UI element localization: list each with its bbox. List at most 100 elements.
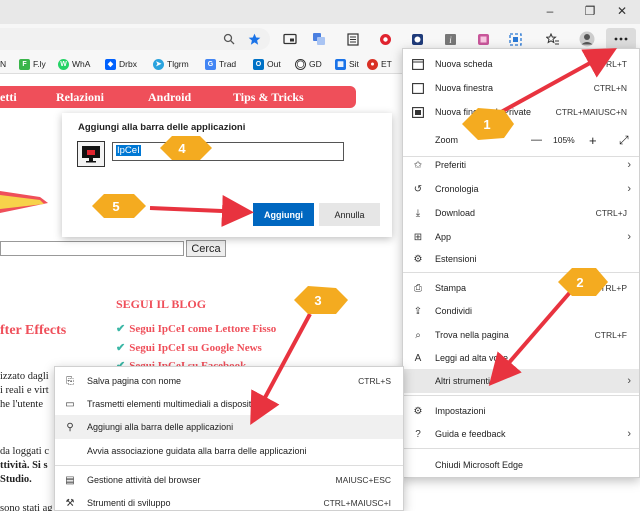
site-nav: etti Relazioni Android Tips & Tricks: [0, 86, 356, 108]
add-button[interactable]: Aggiungi: [253, 203, 314, 226]
cast-media-icon: ▭: [65, 398, 75, 410]
pin-to-taskbar-dialog: Aggiungi alla barra delle applicazioni I…: [62, 113, 392, 237]
profile-icon[interactable]: [578, 30, 596, 48]
menu-item-more-tools[interactable]: Altri strumenti ›: [403, 369, 639, 393]
menu-item-close-edge[interactable]: Chiudi Microsoft Edge: [403, 453, 639, 477]
inprivate-icon: [411, 105, 425, 119]
fullscreen-icon[interactable]: ⤢: [619, 133, 629, 148]
read-aloud-icon: A: [414, 352, 422, 364]
menu-item-pin-to-taskbar[interactable]: ⚲ Aggiungi alla barra delle applicazioni: [55, 415, 403, 439]
restore-button[interactable]: ❐: [572, 0, 608, 24]
favorite-link[interactable]: O Out: [253, 57, 281, 71]
follow-link[interactable]: ✔ Segui IpCeI su Google News: [116, 341, 262, 354]
nav-item[interactable]: etti: [0, 90, 17, 105]
translate-icon[interactable]: [310, 30, 328, 48]
save-page-icon: ⎘: [66, 375, 74, 387]
menu-item-new-window[interactable]: Nuova finestra CTRL+N: [403, 76, 639, 100]
globe-icon: ◯: [295, 58, 306, 70]
article-text: Studio.: [0, 474, 32, 485]
dialog-title: Aggiungi alla barra delle applicazioni: [78, 122, 246, 133]
help-icon: ?: [415, 428, 421, 440]
menu-item-cast-media[interactable]: ▭ Trasmetti elementi multimediali a disp…: [55, 392, 403, 416]
favorite-link[interactable]: ◆ Drbx: [105, 57, 137, 71]
menu-item-download[interactable]: ⤓ Download CTRL+J: [403, 201, 639, 225]
favorite-link[interactable]: F F.ly: [19, 57, 46, 71]
check-icon: ✔: [116, 323, 126, 335]
follow-link[interactable]: ✔ Segui IpCeI come Lettore Fisso: [116, 322, 276, 335]
telegram-icon: ➤: [153, 58, 164, 70]
collections-icon[interactable]: [544, 30, 562, 48]
extension-icon[interactable]: [474, 30, 492, 48]
extensions-icon: ⚙: [413, 253, 423, 265]
favorite-link[interactable]: G Trad: [205, 57, 236, 71]
search-input[interactable]: [0, 241, 184, 256]
favorite-link[interactable]: ➤ Tlgrm: [153, 57, 189, 71]
favorite-link[interactable]: W WhA: [58, 57, 90, 71]
dropbox-icon: ◆: [105, 58, 116, 70]
zoom-in-button[interactable]: +: [589, 133, 597, 148]
search-button[interactable]: Cerca: [186, 240, 226, 257]
more-icon[interactable]: [606, 28, 636, 50]
menu-item-zoom: Zoom — 105% + ⤢: [435, 132, 629, 148]
history-icon: ↺: [413, 183, 423, 195]
zoom-out-button[interactable]: —: [531, 134, 542, 146]
favorite-link[interactable]: ▦ Sit: [335, 57, 359, 71]
close-button[interactable]: ✕: [604, 0, 640, 24]
outlook-icon: O: [253, 58, 264, 70]
more-tools-submenu: ⎘ Salva pagina con nome CTRL+S ▭ Trasmett…: [54, 366, 404, 511]
nav-item[interactable]: Tips & Tricks: [233, 90, 304, 105]
settings-icon: ⚙: [413, 405, 423, 417]
site-icon: ▦: [335, 58, 346, 70]
menu-item-inprivate[interactable]: Nuova finestra InPrivate CTRL+MAIUSC+N: [403, 100, 639, 124]
zoom-icon[interactable]: [220, 30, 238, 48]
menu-item-settings[interactable]: ⚙ Impostazioni: [403, 399, 639, 423]
follow-heading: SEGUI IL BLOG: [116, 297, 207, 311]
favorite-star-icon[interactable]: [245, 30, 263, 48]
settings-menu: Nuova scheda CTRL+T Nuova finestra CTRL+N …: [402, 48, 640, 478]
article-text: ttività. Si s: [0, 460, 48, 471]
cast-icon[interactable]: [281, 30, 299, 48]
menu-item-dev-tools[interactable]: ⚒ Strumenti di sviluppo CTRL+MAIUSC+I: [55, 491, 403, 511]
minimize-button[interactable]: –: [532, 0, 568, 24]
favorites-icon: ✩: [413, 159, 423, 171]
favorite-link[interactable]: N: [0, 57, 6, 71]
print-icon: ⎙: [414, 282, 422, 294]
site-icon: ●: [367, 58, 378, 70]
menu-item-pin-wizard[interactable]: Avvia associazione guidata alla barra de…: [55, 439, 403, 463]
extension-icon[interactable]: i: [441, 30, 459, 48]
favorite-link[interactable]: ● ET: [367, 57, 392, 71]
menu-item-extensions[interactable]: ⚙ Estensioni: [403, 247, 639, 271]
record-icon[interactable]: [376, 30, 394, 48]
menu-item-favorites[interactable]: ✩ Preferiti ›: [403, 153, 639, 177]
article-text: da loggati c: [0, 446, 49, 457]
task-manager-icon: ▤: [65, 474, 75, 486]
article-title[interactable]: fter Effects: [0, 323, 66, 339]
nav-item[interactable]: Android: [148, 90, 191, 105]
cancel-button[interactable]: Annulla: [319, 203, 380, 226]
site-icon: [77, 141, 105, 167]
banner-ribbon: [0, 191, 48, 213]
menu-item-new-tab[interactable]: Nuova scheda CTRL+T: [403, 52, 639, 76]
dev-tools-icon: ⚒: [65, 497, 75, 509]
app-name-input[interactable]: IpCeI: [112, 142, 344, 161]
new-tab-icon: [411, 57, 425, 71]
menu-item-apps[interactable]: ⊞ App ›: [403, 225, 639, 249]
download-icon: ⤓: [415, 207, 421, 219]
nav-item[interactable]: Relazioni: [56, 90, 104, 105]
menu-item-save-page[interactable]: ⎘ Salva pagina con nome CTRL+S: [55, 369, 403, 393]
menu-item-find[interactable]: ⌕ Trova nella pagina CTRL+F: [403, 323, 639, 347]
menu-item-read-aloud[interactable]: A Leggi ad alta voce: [403, 346, 639, 370]
favorite-link[interactable]: ◯ GD: [295, 57, 322, 71]
menu-item-share[interactable]: ⇪ Condividi: [403, 299, 639, 323]
new-window-icon: [411, 81, 425, 95]
article-text: i reali e virt: [0, 385, 49, 396]
extension-icon[interactable]: [408, 30, 426, 48]
menu-item-print[interactable]: ⎙ Stampa CTRL+P: [403, 276, 639, 300]
menu-item-help[interactable]: ? Guida e feedback ›: [403, 422, 639, 446]
menu-item-history[interactable]: ↺ Cronologia ›: [403, 177, 639, 201]
reading-view-icon[interactable]: [344, 30, 362, 48]
menu-item-task-manager[interactable]: ▤ Gestione attività del browser MAIUSC+ES…: [55, 468, 403, 492]
extension-icon[interactable]: [506, 30, 524, 48]
pin-icon: ⚲: [66, 421, 74, 433]
title-bar: – ❐ ✕: [0, 0, 640, 24]
